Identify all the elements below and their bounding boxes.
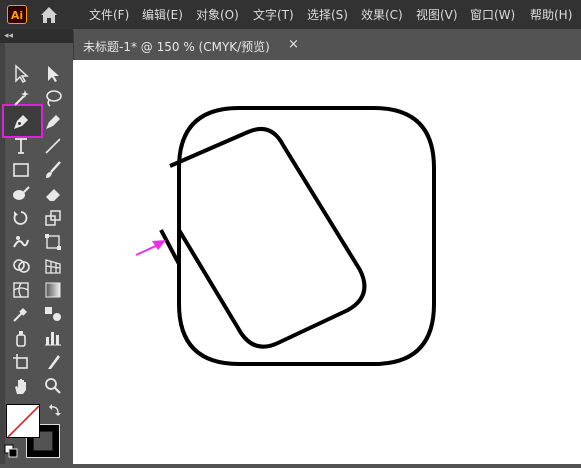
open-path-segment [159,229,181,265]
warp-tool-icon[interactable] [11,232,31,252]
mesh-tool-icon[interactable] [11,280,31,300]
close-tab-icon[interactable]: × [288,37,299,52]
paintbrush-tool-icon[interactable] [43,160,63,180]
gradient-tool-icon[interactable] [43,280,63,300]
lasso-tool-icon[interactable] [43,88,63,108]
document-tab[interactable]: 未标题-1* @ 150 % (CMYK/预览) × [73,31,304,60]
collapse-toolbar-icon[interactable]: ◂◂ [4,31,13,41]
menu-edit[interactable]: 编辑(E) [142,7,183,23]
annotation-arrow [135,240,166,256]
menu-help[interactable]: 帮助(H) [530,7,572,23]
document-tab-bar: 未标题-1* @ 150 % (CMYK/预览) × [73,29,581,60]
menu-file[interactable]: 文件(F) [89,7,129,23]
default-colors-icon[interactable] [4,444,18,458]
rotated-rounded-rectangle [169,127,367,349]
pen-tool-icon[interactable] [11,112,31,132]
swap-fill-stroke-icon[interactable] [48,403,62,417]
shaper-tool-icon[interactable] [11,184,31,204]
column-graph-tool-icon[interactable] [43,328,63,348]
document-tab-title: 未标题-1* @ 150 % (CMYK/预览) [83,40,270,54]
blend-tool-icon[interactable] [43,304,63,324]
fill-color-swatch[interactable] [6,404,40,438]
free-transform-tool-icon[interactable] [43,232,63,252]
menu-window[interactable]: 窗口(W) [470,7,515,23]
home-icon[interactable] [38,4,60,26]
menu-select[interactable]: 选择(S) [307,7,348,23]
shape-builder-tool-icon[interactable] [11,256,31,276]
menu-object[interactable]: 对象(O) [196,7,239,23]
magic-wand-tool-icon[interactable] [11,88,31,108]
scale-tool-icon[interactable] [43,208,63,228]
line-segment-tool-icon[interactable] [43,136,63,156]
toolbar-header[interactable]: ◂◂ [0,29,73,43]
artboard-canvas[interactable] [73,60,581,464]
slice-tool-icon[interactable] [43,352,63,372]
menu-effect[interactable]: 效果(C) [361,7,403,23]
symbol-sprayer-tool-icon[interactable] [11,328,31,348]
curvature-tool-icon[interactable] [43,112,63,132]
eraser-tool-icon[interactable] [43,184,63,204]
selection-tool-icon[interactable] [11,64,31,84]
hand-tool-icon[interactable] [11,376,31,396]
direct-selection-tool-icon[interactable] [43,64,63,84]
perspective-grid-tool-icon[interactable] [43,256,63,276]
rotate-tool-icon[interactable] [11,208,31,228]
menu-type[interactable]: 文字(T) [253,7,294,23]
rectangle-tool-icon[interactable] [11,160,31,180]
type-tool-icon[interactable] [11,136,31,156]
zoom-tool-icon[interactable] [43,376,63,396]
app-logo: Ai [7,5,27,24]
menu-view[interactable]: 视图(V) [416,7,458,23]
eyedropper-tool-icon[interactable] [11,304,31,324]
menu-bar: Ai 文件(F) 编辑(E) 对象(O) 文字(T) 选择(S) 效果(C) 视… [0,0,581,29]
artboard-tool-icon[interactable] [11,352,31,372]
